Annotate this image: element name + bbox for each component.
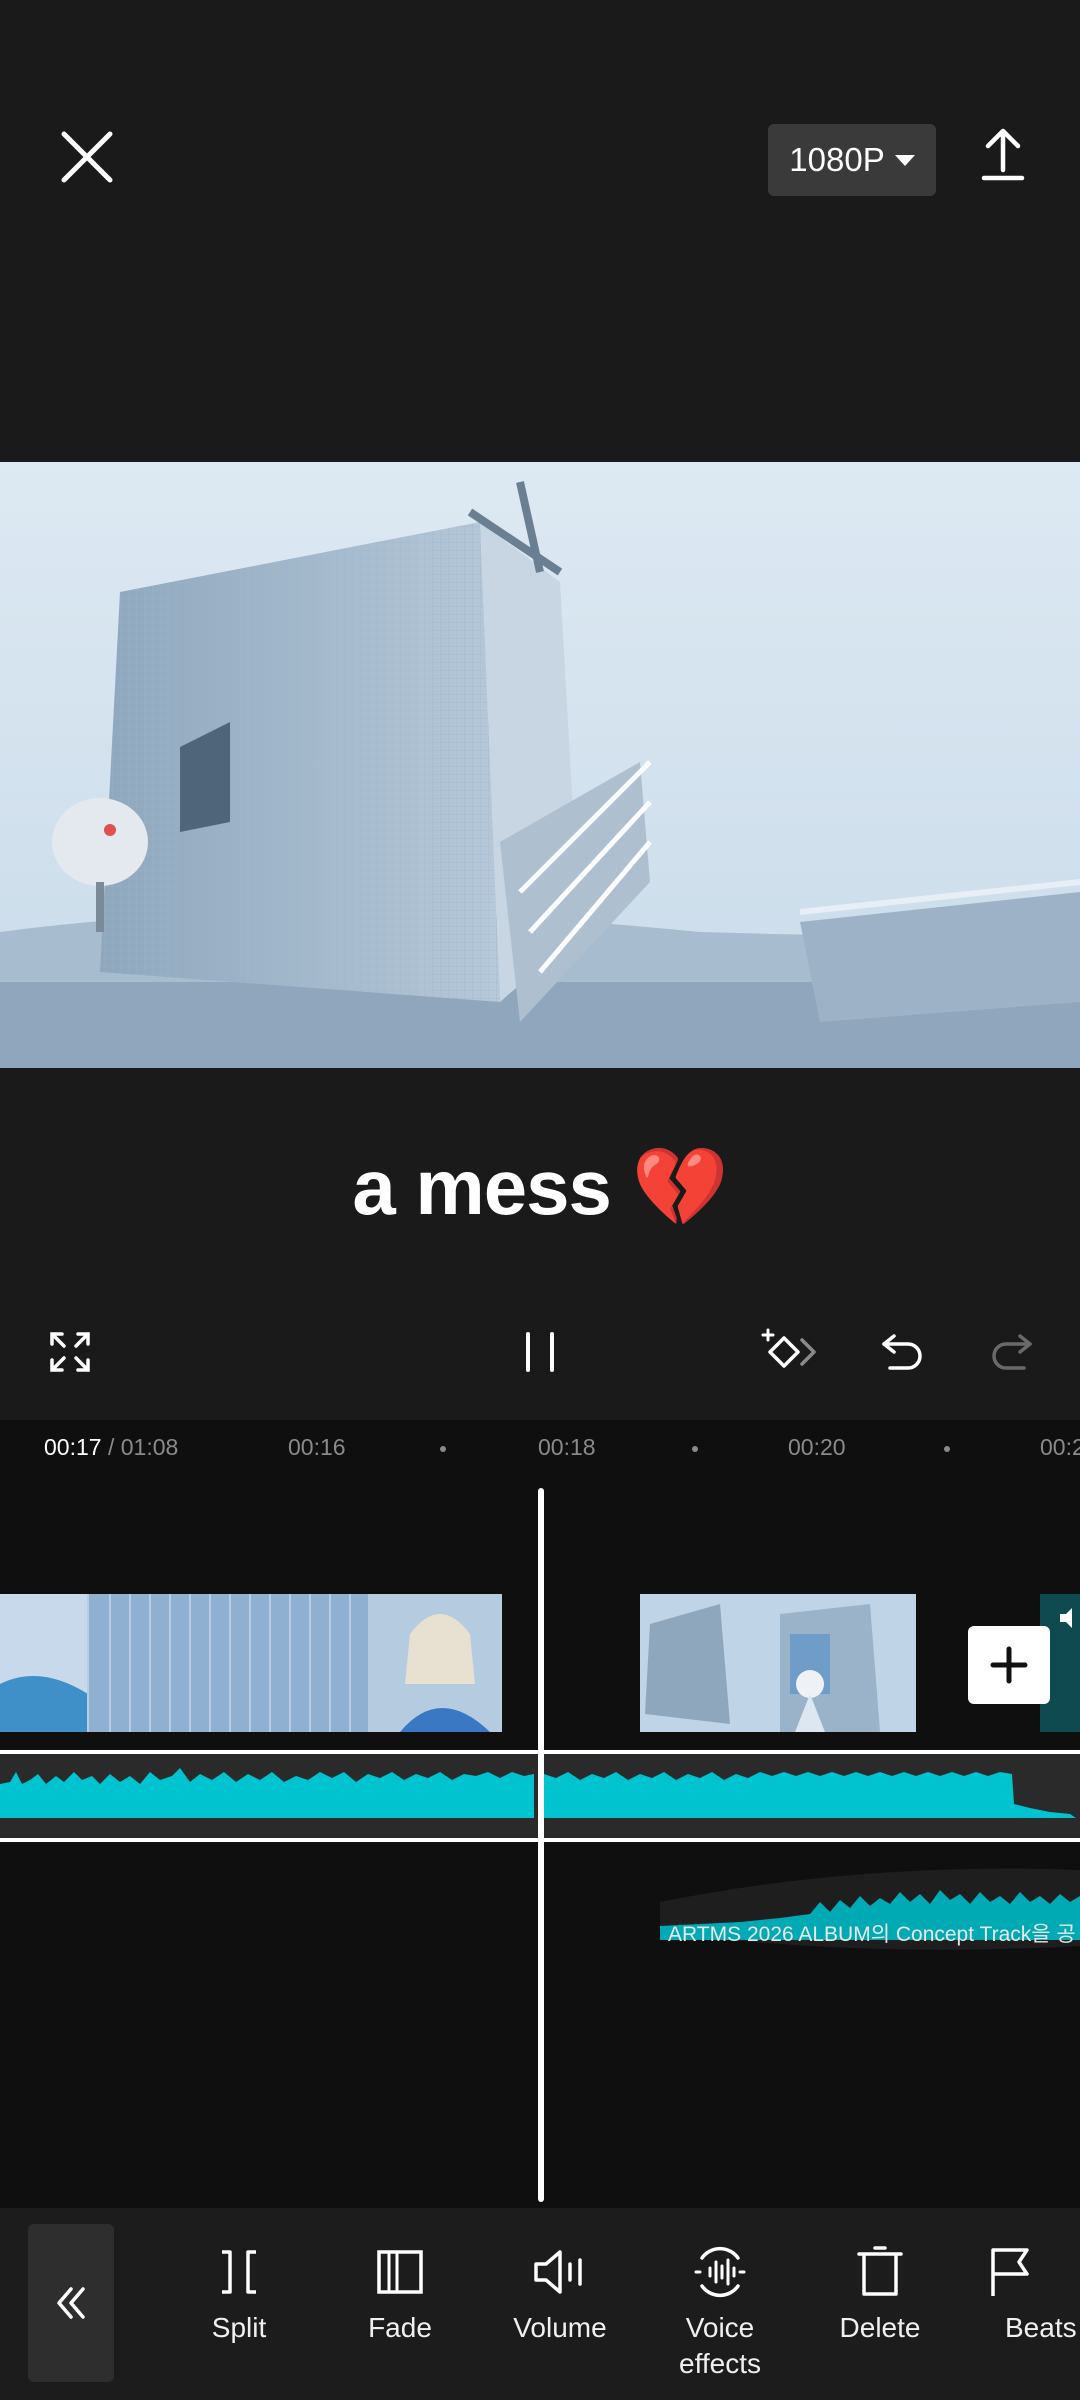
- ruler-tick-label: 00:18: [538, 1434, 596, 1460]
- plus-icon: [990, 1646, 1028, 1684]
- close-icon: [61, 131, 113, 183]
- preview-frame-image: [0, 462, 1080, 1068]
- video-clip[interactable]: [640, 1594, 916, 1732]
- delete-label: Delete: [839, 2312, 921, 2343]
- caption-text: a mess 💔: [352, 1143, 728, 1231]
- chevron-down-icon: [894, 154, 915, 166]
- volume-tool[interactable]: Volume: [485, 2246, 635, 2346]
- fullscreen-button[interactable]: [48, 1330, 92, 1374]
- double-chevron-left-icon: [57, 2287, 85, 2319]
- total-time: / 01:08: [107, 1434, 179, 1460]
- clip-thumbnail: [0, 1594, 502, 1732]
- add-clip-button[interactable]: [968, 1626, 1050, 1704]
- ruler-tick-label: 00:16: [288, 1434, 346, 1460]
- collapse-toolbar-button[interactable]: [28, 2224, 114, 2382]
- fade-icon: [377, 2250, 423, 2294]
- beats-label: Beats: [1005, 2312, 1077, 2343]
- export-icon: [981, 128, 1025, 181]
- ruler-tick-label: 00:2: [1040, 1434, 1080, 1460]
- ruler-dot: [944, 1446, 950, 1452]
- fullscreen-icon: [50, 1332, 90, 1372]
- clip-thumbnail: [640, 1594, 916, 1732]
- fade-tool[interactable]: Fade: [325, 2246, 475, 2346]
- undo-icon: [882, 1334, 922, 1370]
- ruler-tick-label: 00:20: [788, 1434, 846, 1460]
- video-preview[interactable]: [0, 462, 1080, 1068]
- current-time-value: 00:17: [44, 1434, 102, 1460]
- current-time: 00:17 / 01:08: [44, 1434, 178, 1461]
- playhead[interactable]: [538, 1488, 544, 2202]
- ruler-dot: [440, 1446, 446, 1452]
- redo-icon: [992, 1334, 1032, 1370]
- delete-icon: [857, 2246, 903, 2296]
- volume-icon: [534, 2250, 582, 2294]
- voice-effects-icon: [694, 2246, 746, 2298]
- keyframe-icon: [761, 1328, 816, 1368]
- pause-icon: [526, 1332, 554, 1372]
- ruler-dot: [692, 1446, 698, 1452]
- beats-icon: [991, 2248, 1029, 2296]
- music-track-label: ARTMS 2026 ALBUM의 Concept Track을 공: [668, 1923, 1076, 1946]
- split-icon: [222, 2250, 256, 2294]
- voice-effects-tool[interactable]: Voice effects: [645, 2246, 795, 2382]
- pause-button[interactable]: [520, 1330, 560, 1374]
- keyframe-button[interactable]: [760, 1326, 820, 1376]
- close-button[interactable]: [52, 122, 122, 192]
- split-label: Split: [211, 2312, 267, 2343]
- voice-effects-label: Voice effects: [679, 2312, 761, 2379]
- export-button[interactable]: [978, 124, 1028, 186]
- split-tool[interactable]: Split: [164, 2246, 314, 2346]
- volume-label: Volume: [513, 2312, 607, 2343]
- delete-tool[interactable]: Delete: [805, 2246, 955, 2346]
- fade-label: Fade: [368, 2312, 432, 2343]
- beats-tool[interactable]: Beats: [965, 2246, 1080, 2346]
- resolution-label: 1080P: [789, 141, 885, 178]
- video-clip[interactable]: [0, 1594, 502, 1732]
- undo-button[interactable]: [880, 1330, 924, 1374]
- redo-button[interactable]: [990, 1330, 1034, 1374]
- resolution-dropdown[interactable]: 1080P: [768, 124, 936, 196]
